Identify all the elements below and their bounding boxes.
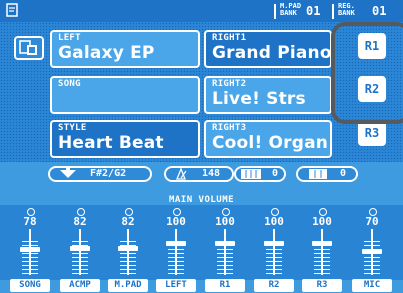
reg-bank-number: 01 xyxy=(372,4,387,18)
highlight-ring xyxy=(331,22,403,124)
right1-voice-name: Grand Piano xyxy=(212,43,332,63)
mpad-bank-number: 01 xyxy=(306,4,321,18)
fader-scale xyxy=(314,241,330,275)
volume-value: 100 xyxy=(166,215,186,228)
fader-scale xyxy=(168,241,184,275)
channel-label[interactable]: ACMP xyxy=(60,279,100,292)
fader-scale xyxy=(266,241,282,275)
channel-label[interactable]: SONG xyxy=(10,279,50,292)
main-volume-title: MAIN VOLUME xyxy=(168,195,235,205)
song-label: SONG xyxy=(58,79,81,89)
volume-value: 100 xyxy=(215,215,235,228)
style-name: Heart Beat xyxy=(58,133,164,153)
right1-voice-label: RIGHT1 xyxy=(212,33,247,43)
fader-handle[interactable] xyxy=(70,246,90,251)
volume-channel-r2[interactable]: 100 R2 xyxy=(254,207,298,293)
channel-label[interactable]: MIC xyxy=(352,279,392,292)
volume-value: 82 xyxy=(73,215,87,228)
divider xyxy=(274,4,276,19)
volume-value: 70 xyxy=(365,215,379,228)
volume-channel-left[interactable]: 100 LEFT xyxy=(156,207,200,293)
song-box[interactable]: SONG xyxy=(50,76,200,114)
fader-handle[interactable] xyxy=(118,246,138,251)
beat-icon xyxy=(309,169,327,179)
channel-label[interactable]: LEFT xyxy=(156,279,196,292)
mpad-bank-tag: M.PAD BANK xyxy=(280,2,302,17)
left-voice-label: LEFT xyxy=(58,33,81,43)
volume-channel-mpad[interactable]: 82 M.PAD xyxy=(108,207,152,293)
fader-handle[interactable] xyxy=(166,241,186,246)
transpose-value: F#2/G2 xyxy=(90,168,127,179)
metronome-icon xyxy=(176,168,187,180)
volume-channel-r1[interactable]: 100 R1 xyxy=(205,207,249,293)
fader-handle[interactable] xyxy=(20,247,40,252)
volume-channel-mic[interactable]: 70 MIC xyxy=(352,207,396,293)
volume-value: 100 xyxy=(312,215,332,228)
transpose-icon xyxy=(60,168,76,178)
right3-voice-name: Cool! Organ xyxy=(212,133,329,153)
measure-icon xyxy=(241,169,261,179)
divider xyxy=(332,4,334,19)
fader-handle[interactable] xyxy=(362,249,382,254)
fader-scale xyxy=(217,241,233,275)
fader-handle[interactable] xyxy=(312,241,332,246)
volume-value: 100 xyxy=(264,215,284,228)
volume-value: 82 xyxy=(121,215,135,228)
left-voice-box[interactable]: LEFT Galaxy EP xyxy=(50,30,200,68)
document-icon xyxy=(6,3,18,17)
channel-label[interactable]: M.PAD xyxy=(108,279,148,292)
volume-channel-song[interactable]: 78 SONG xyxy=(10,207,54,293)
tempo-value: 148 xyxy=(202,168,221,179)
voice-select-button[interactable] xyxy=(14,36,44,60)
channel-label[interactable]: R3 xyxy=(302,279,342,292)
transpose-pill[interactable]: F#2/G2 xyxy=(48,166,152,182)
channel-label[interactable]: R1 xyxy=(205,279,245,292)
right3-voice-box[interactable]: RIGHT3 Cool! Organ xyxy=(204,120,332,158)
fader-scale xyxy=(364,241,380,275)
top-bar: M.PAD BANK 01 REG. BANK 01 xyxy=(0,0,403,22)
right2-voice-label: RIGHT2 xyxy=(212,79,247,89)
fader-handle[interactable] xyxy=(264,241,284,246)
style-label: STYLE xyxy=(58,123,87,133)
channel-label[interactable]: R2 xyxy=(254,279,294,292)
style-box[interactable]: STYLE Heart Beat xyxy=(50,120,200,158)
reg-bank-tag: REG. BANK xyxy=(338,2,355,17)
right3-voice-label: RIGHT3 xyxy=(212,123,247,133)
bar-pill[interactable]: 0 xyxy=(234,166,286,182)
volume-value: 78 xyxy=(23,215,37,228)
voice-copy-icon xyxy=(19,40,37,55)
beat-value: 0 xyxy=(340,168,347,179)
volume-channel-acmp[interactable]: 82 ACMP xyxy=(60,207,104,293)
left-voice-name: Galaxy EP xyxy=(58,43,155,63)
beat-pill[interactable]: 0 xyxy=(296,166,358,182)
right2-voice-name: Live! Strs xyxy=(212,89,306,109)
right1-voice-box[interactable]: RIGHT1 Grand Piano xyxy=(204,30,332,68)
tempo-pill[interactable]: 148 xyxy=(164,166,234,182)
fader-handle[interactable] xyxy=(215,241,235,246)
volume-channel-r3[interactable]: 100 R3 xyxy=(302,207,346,293)
right2-voice-box[interactable]: RIGHT2 Live! Strs xyxy=(204,76,332,114)
bar-value: 0 xyxy=(272,168,279,179)
screen: M.PAD BANK 01 REG. BANK 01 LEFT Galaxy EP … xyxy=(0,0,403,293)
